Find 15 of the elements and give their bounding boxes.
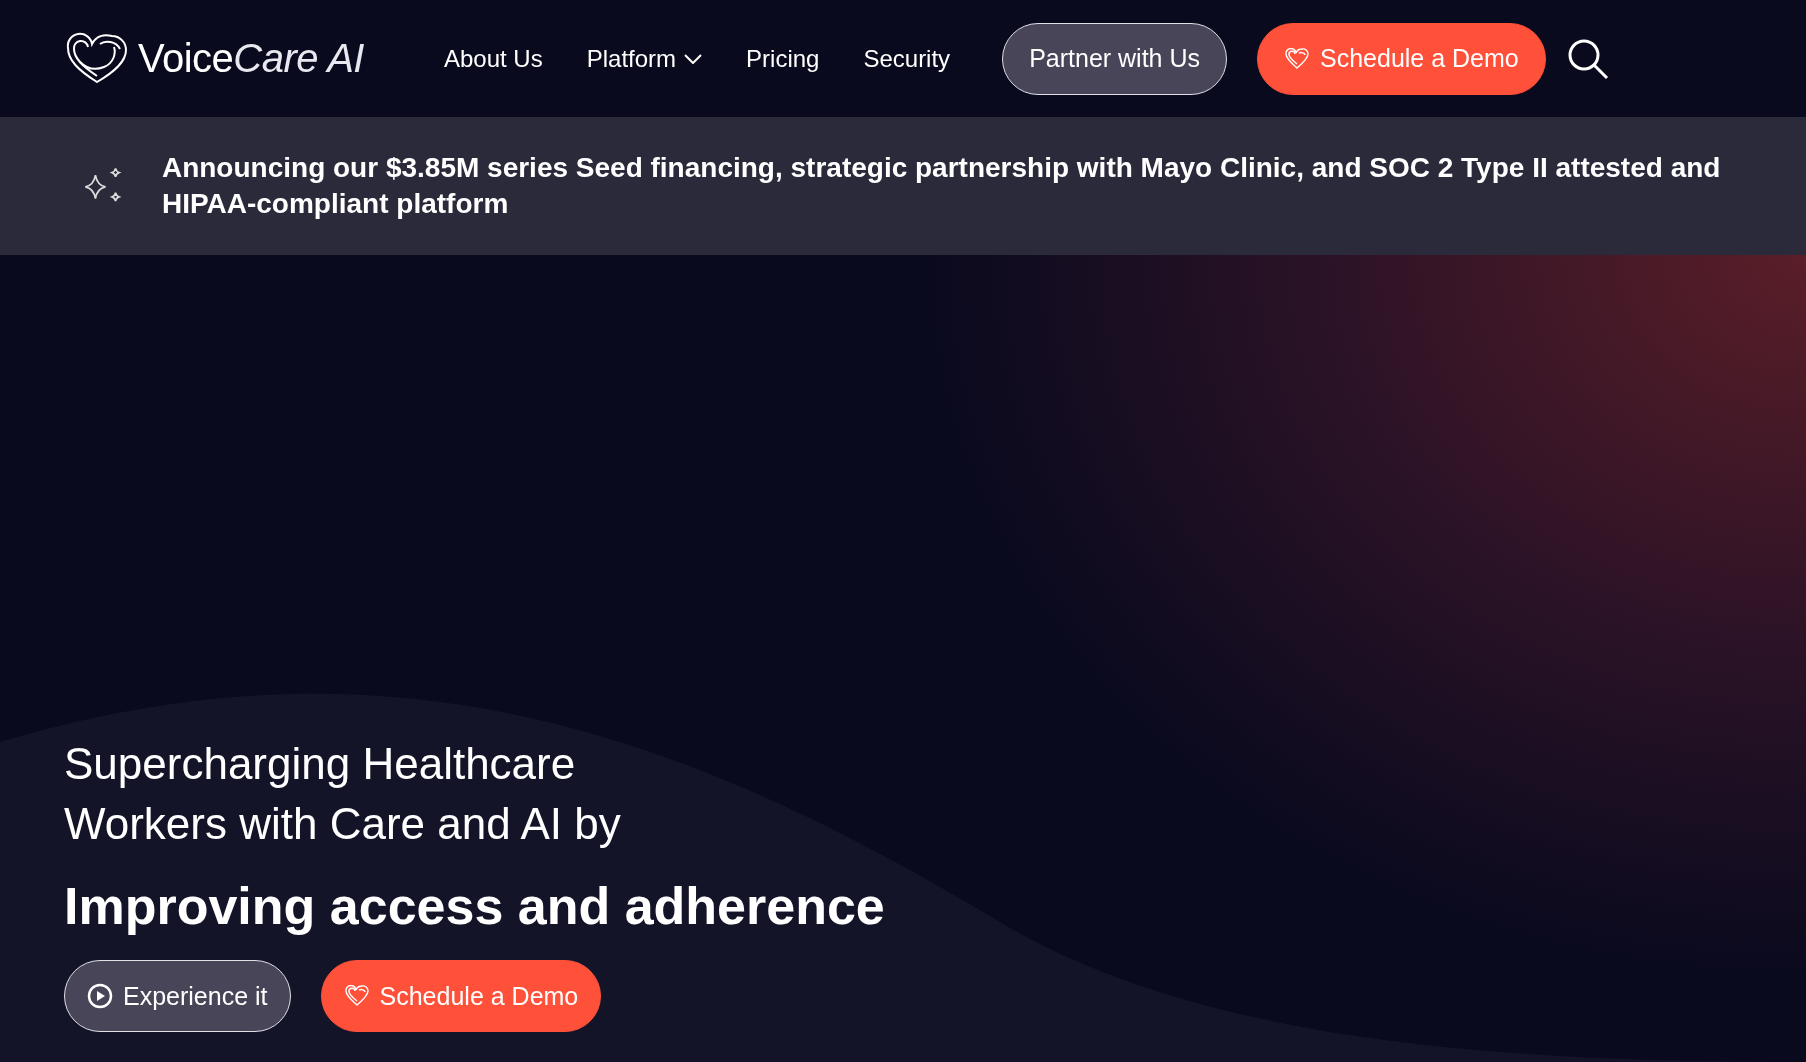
nav-link[interactable]: Pricing <box>746 44 820 73</box>
hero-subheadline: Improving access and adherence <box>64 876 886 936</box>
heart-icon <box>1284 47 1310 70</box>
heart-logo-icon <box>64 31 130 86</box>
heart-icon <box>343 985 370 1007</box>
logo-wordmark[interactable]: VoiceCare AI <box>138 36 364 81</box>
experience-button[interactable]: Experience it <box>64 960 291 1032</box>
nav-link[interactable]: About Us <box>444 44 543 73</box>
chevron-down-icon <box>684 53 703 64</box>
hero-headline: Supercharging Healthcare Workers with Care and AI by <box>64 738 622 850</box>
partner-button[interactable]: Partner with Us <box>1002 22 1227 95</box>
play-icon <box>87 983 113 1009</box>
nav-link[interactable]: Security <box>863 44 951 73</box>
nav-link[interactable]: Platform <box>586 44 703 73</box>
announcement-text: Announcing our $3.85M series Seed financing, strategic partnership with Mayo Clinic, and SOC 2 Type II attested and HIPAA-compliant platform <box>161 151 1722 221</box>
